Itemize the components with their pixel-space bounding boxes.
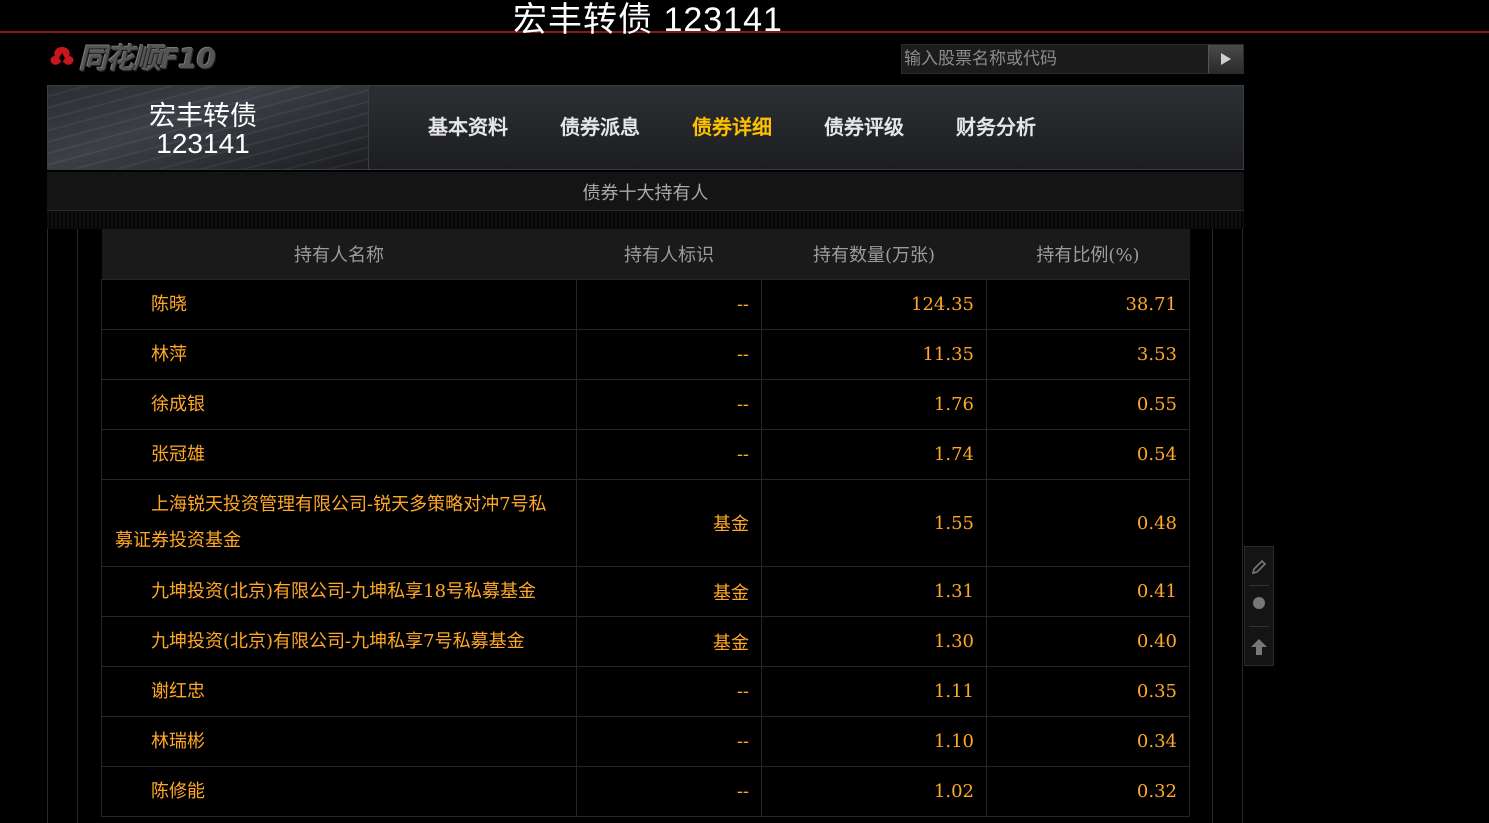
top-bar: 同花顺F10 [47, 36, 1244, 80]
holder-name: 陈晓 [101, 279, 577, 330]
table-row: 陈修能 -- 1.02 0.32 [101, 766, 1190, 817]
table-row: 九坤投资(北京)有限公司-九坤私享7号私募基金 基金 1.30 0.40 [101, 616, 1190, 667]
table-row: 张冠雄 -- 1.74 0.54 [101, 429, 1190, 480]
holder-name: 林瑞彬 [101, 716, 577, 767]
holder-name: 九坤投资(北京)有限公司-九坤私享7号私募基金 [101, 616, 577, 667]
main-nav: 宏丰转债 123141 基本资料 债券派息 债券详细 债券评级 财务分析 [47, 85, 1244, 170]
holder-tag: -- [576, 716, 762, 767]
edit-button[interactable] [1245, 549, 1273, 585]
holder-name: 谢红忠 [101, 666, 577, 717]
holder-qty: 1.10 [761, 716, 987, 767]
section-title[interactable]: 债券十大持有人 [47, 179, 1244, 205]
nav-tabs: 基本资料 债券派息 债券详细 债券评级 财务分析 [428, 86, 1088, 169]
holder-name: 林萍 [101, 329, 577, 380]
brand-logo[interactable]: 同花顺F10 [47, 42, 216, 75]
search-input[interactable] [902, 45, 1208, 73]
holder-qty: 1.74 [761, 429, 987, 480]
holder-ratio: 0.32 [986, 766, 1190, 817]
holder-name: 上海锐天投资管理有限公司-锐天多策略对冲7号私募证券投资基金 [101, 479, 577, 567]
tab-bond-rating[interactable]: 债券评级 [824, 86, 904, 169]
sub-nav: 债券十大持有人 [47, 172, 1244, 211]
holder-qty: 1.30 [761, 616, 987, 667]
holder-ratio: 38.71 [986, 279, 1190, 330]
holder-tag: 基金 [576, 566, 762, 617]
holder-name: 徐成银 [101, 379, 577, 430]
holder-name: 张冠雄 [101, 429, 577, 480]
col-header-name: 持有人名称 [101, 229, 577, 280]
holder-ratio: 0.48 [986, 479, 1190, 567]
holder-qty: 1.11 [761, 666, 987, 717]
holder-tag: -- [576, 429, 762, 480]
holder-tag: -- [576, 766, 762, 817]
arrow-up-icon [1251, 639, 1267, 655]
holder-tag: -- [576, 329, 762, 380]
holder-tag: 基金 [576, 616, 762, 667]
holder-ratio: 3.53 [986, 329, 1190, 380]
holder-ratio: 0.54 [986, 429, 1190, 480]
dot-icon [1253, 597, 1265, 609]
holder-qty: 1.31 [761, 566, 987, 617]
window-title: 宏丰转债 123141 [513, 1, 783, 39]
col-header-ratio: 持有比例(%) [986, 229, 1190, 280]
holder-name: 陈修能 [101, 766, 577, 817]
table-row: 上海锐天投资管理有限公司-锐天多策略对冲7号私募证券投资基金 基金 1.55 0… [101, 479, 1190, 567]
col-header-tag: 持有人标识 [576, 229, 762, 280]
back-to-top-button[interactable] [1245, 629, 1273, 665]
holder-qty: 11.35 [761, 329, 987, 380]
tab-basic-info[interactable]: 基本资料 [428, 86, 508, 169]
table-row: 谢红忠 -- 1.11 0.35 [101, 666, 1190, 717]
stock-header: 宏丰转债 123141 [48, 86, 369, 169]
table-row: 九坤投资(北京)有限公司-九坤私享18号私募基金 基金 1.31 0.41 [101, 566, 1190, 617]
holder-tag: 基金 [576, 479, 762, 567]
table-row: 陈晓 -- 124.35 38.71 [101, 279, 1190, 330]
search-box [901, 44, 1244, 74]
table-row: 徐成银 -- 1.76 0.55 [101, 379, 1190, 430]
tab-bond-detail[interactable]: 债券详细 [692, 86, 772, 169]
brand-logo-text: 同花顺F10 [79, 42, 216, 75]
holder-qty: 1.55 [761, 479, 987, 567]
holder-tag: -- [576, 279, 762, 330]
tab-financial-analysis[interactable]: 财务分析 [956, 86, 1036, 169]
tab-bond-dividend[interactable]: 债券派息 [560, 86, 640, 169]
table-row: 林萍 -- 11.35 3.53 [101, 329, 1190, 380]
search-button[interactable] [1208, 45, 1243, 73]
divider-pattern [47, 211, 1244, 229]
flower-logo-icon [50, 47, 74, 65]
col-header-qty: 持有数量(万张) [761, 229, 987, 280]
holder-ratio: 0.41 [986, 566, 1190, 617]
holder-ratio: 0.35 [986, 666, 1190, 717]
holder-tag: -- [576, 379, 762, 430]
holder-name: 九坤投资(北京)有限公司-九坤私享18号私募基金 [101, 566, 577, 617]
record-button[interactable] [1245, 585, 1273, 621]
holder-qty: 1.02 [761, 766, 987, 817]
holders-table: 持有人名称 持有人标识 持有数量(万张) 持有比例(%) 陈晓 -- 124.3… [101, 229, 1190, 817]
holder-tag: -- [576, 666, 762, 717]
holder-ratio: 0.55 [986, 379, 1190, 430]
holder-qty: 124.35 [761, 279, 987, 330]
holder-ratio: 0.34 [986, 716, 1190, 767]
table-header-row: 持有人名称 持有人标识 持有数量(万张) 持有比例(%) [101, 229, 1190, 280]
toolbar-separator [1249, 626, 1269, 627]
floating-toolbar [1244, 546, 1274, 666]
stock-code: 123141 [156, 128, 250, 159]
window-title-bar: 宏丰转债 123141 [0, 0, 1489, 39]
play-arrow-icon [1221, 53, 1231, 65]
holder-qty: 1.76 [761, 379, 987, 430]
table-row: 林瑞彬 -- 1.10 0.34 [101, 716, 1190, 767]
pencil-icon [1251, 559, 1267, 575]
holder-ratio: 0.40 [986, 616, 1190, 667]
